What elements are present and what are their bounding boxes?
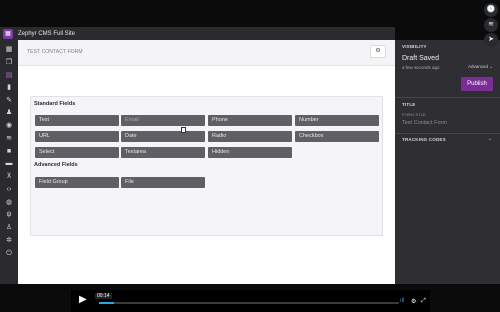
- volume-icon[interactable]: ıll: [400, 298, 404, 304]
- field-checkbox[interactable]: Checkbox: [295, 131, 379, 142]
- icon-rail: ▦ ❒ ▤ ▮ ✎ ♟ ◉ ≋ ■ ▬ ⊼ ‹› ◍ ψ ♙ ✲ ⏻: [0, 40, 18, 284]
- clock-icon[interactable]: 🕓: [484, 3, 498, 17]
- main-content: TEST CONTACT FORM ⚙ Standard Fields Text…: [18, 40, 395, 284]
- screen: ▦ Zephyr CMS Full Site ▦ ❒ ▤ ▮ ✎ ♟ ◉ ≋ ■ ▬ ⊼ ‹› ◍ ψ ♙ ✲…: [0, 0, 500, 312]
- field-file[interactable]: File: [121, 177, 205, 188]
- pages-icon[interactable]: ❒: [5, 59, 13, 67]
- draft-status: Draft Saved: [402, 55, 439, 62]
- eye-icon[interactable]: ◉: [5, 122, 13, 130]
- visibility-heading: VISIBILITY: [402, 44, 427, 49]
- field-url[interactable]: URL: [35, 131, 119, 142]
- mouse-cursor-icon: [181, 127, 186, 133]
- power-icon[interactable]: ⏻: [5, 250, 13, 258]
- standard-fields-heading: Standard Fields: [34, 101, 76, 107]
- video-progress-fill: [99, 302, 114, 304]
- edit-icon[interactable]: ✎: [5, 97, 13, 105]
- page-header: TEST CONTACT FORM ⚙: [18, 40, 395, 66]
- lock-icon[interactable]: ▮: [5, 84, 13, 92]
- app-topbar: ▦ Zephyr CMS Full Site: [0, 27, 395, 40]
- page-title: TEST CONTACT FORM: [27, 49, 83, 55]
- utensils-icon[interactable]: ψ: [5, 211, 13, 219]
- field-select[interactable]: Select: [35, 147, 119, 158]
- form-title-label: FORM TITLE: [402, 112, 426, 117]
- dashboard-icon[interactable]: ▦: [5, 46, 13, 54]
- play-icon[interactable]: ▶: [79, 294, 91, 306]
- sitemap-icon[interactable]: ⊼: [5, 173, 13, 181]
- video-icon[interactable]: ■: [5, 148, 13, 156]
- divider: [395, 97, 500, 98]
- field-text[interactable]: Text: [35, 115, 119, 126]
- field-radio[interactable]: Radio: [208, 131, 292, 142]
- video-controls: ▶ 00:14 ıll ⚙ ⤢: [71, 290, 430, 312]
- advanced-fields-heading: Advanced Fields: [34, 162, 78, 168]
- settings-icon[interactable]: ✲: [5, 237, 13, 245]
- chevron-down-icon[interactable]: ⌄: [488, 136, 492, 142]
- page-settings-button[interactable]: ⚙: [370, 45, 386, 58]
- forms-icon[interactable]: ▤: [5, 72, 13, 80]
- field-number[interactable]: Number: [295, 115, 379, 126]
- field-hidden[interactable]: Hidden: [208, 147, 292, 158]
- field-date[interactable]: Date: [121, 131, 205, 142]
- layers-icon[interactable]: ≋: [484, 18, 498, 32]
- field-palette: Standard Fields Text Email Phone Number …: [30, 96, 383, 236]
- send-icon[interactable]: ➤: [484, 33, 498, 47]
- app-title: Zephyr CMS Full Site: [18, 30, 76, 37]
- advanced-dropdown[interactable]: Advanced ⌄: [468, 64, 493, 70]
- field-phone[interactable]: Phone: [208, 115, 292, 126]
- saved-timestamp: a few seconds ago: [402, 65, 440, 70]
- folder-icon[interactable]: ▬: [5, 160, 13, 168]
- tracking-codes-heading[interactable]: TRACKING CODES: [402, 137, 446, 142]
- divider: [395, 133, 500, 134]
- user-lock-icon[interactable]: ♙: [5, 224, 13, 232]
- field-email[interactable]: Email: [121, 115, 205, 126]
- form-title-input[interactable]: Test Contact Form: [402, 120, 447, 126]
- settings-icon[interactable]: ⚙: [411, 298, 416, 305]
- video-progress-bar[interactable]: [99, 302, 399, 304]
- publish-button[interactable]: Publish: [461, 77, 493, 91]
- app-logo-icon[interactable]: ▦: [3, 28, 13, 39]
- fullscreen-icon[interactable]: ⤢: [421, 298, 426, 305]
- field-textarea[interactable]: Textarea: [121, 147, 205, 158]
- video-time: 00:14: [95, 293, 112, 299]
- globe-icon[interactable]: ◍: [5, 199, 13, 207]
- title-heading: TITLE: [402, 102, 416, 107]
- right-sidebar: VISIBILITY Draft Saved a few seconds ago…: [395, 40, 500, 284]
- code-icon[interactable]: ‹›: [5, 186, 13, 194]
- user-icon[interactable]: ♟: [5, 109, 13, 117]
- signal-icon[interactable]: ≋: [5, 135, 13, 143]
- field-field-group[interactable]: Field Group: [35, 177, 119, 188]
